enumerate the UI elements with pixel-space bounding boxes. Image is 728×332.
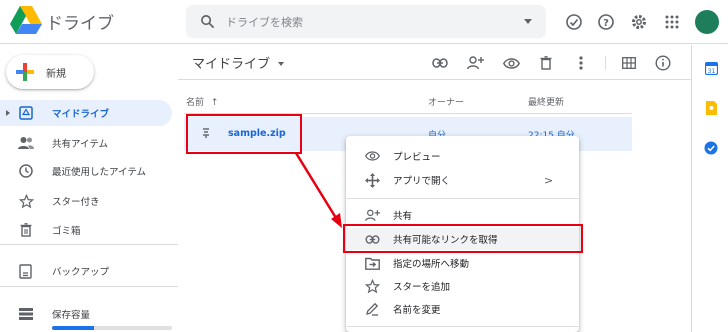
add-person-icon[interactable] [466,54,484,72]
search-bar[interactable] [186,5,546,38]
svg-text:?: ? [603,18,609,29]
storage-progress-fill [52,326,94,330]
star-icon [364,278,380,294]
menu-item-label: スターを追加 [393,282,451,293]
sidebar-item-label: 最近使用したアイテム [52,167,147,178]
menu-item-label: 指定の場所へ移動 [393,259,470,270]
help-icon[interactable]: ? [595,11,617,33]
column-header-owner[interactable]: オーナー [428,95,464,108]
sidebar-item-label: スター付き [52,197,100,208]
keep-icon[interactable] [704,101,718,115]
menu-item-add-star[interactable]: スターを追加 [346,275,579,297]
menu-item-share[interactable]: 共有 [346,204,579,226]
sort-arrow-icon[interactable]: ↑ [211,98,219,108]
storage-icon [18,306,34,322]
menu-divider [346,326,579,327]
menu-item-open-with[interactable]: アプリで開く > [346,169,579,191]
settings-icon[interactable] [628,11,650,33]
side-panel: 31 [691,45,728,332]
grid-view-icon[interactable] [620,54,638,72]
column-header-modified[interactable]: 最終更新 [528,95,564,108]
avatar[interactable] [695,10,719,34]
open-with-icon [364,172,380,188]
drive-logo[interactable] [10,6,42,34]
chevron-right-icon: > [544,173,554,187]
search-options-icon[interactable] [524,19,532,24]
add-person-icon [364,207,380,223]
menu-item-label: プレビュー [393,152,441,163]
menu-item-label: 共有 [393,211,413,222]
new-button-label: 新規 [46,68,66,80]
sidebar-item-shared[interactable]: 共有アイテム [0,130,172,156]
trash-icon[interactable] [537,54,555,72]
sidebar-item-starred[interactable]: スター付き [0,188,172,214]
menu-item-move[interactable]: 指定の場所へ移動 [346,252,579,274]
menu-item-preview[interactable]: プレビュー [346,145,579,167]
sidebar-item-label: ゴミ箱 [52,226,81,237]
people-icon [18,135,34,151]
toolbar-separator [605,56,606,70]
search-input[interactable] [226,12,506,32]
page-title[interactable]: マイドライブ [192,53,270,72]
eye-icon [364,148,380,164]
svg-text:31: 31 [707,68,715,75]
info-icon[interactable] [654,54,672,72]
sidebar-divider [0,244,178,245]
move-icon [364,255,380,271]
app-title: ドライブ [46,14,114,34]
sidebar-divider [0,286,178,287]
sidebar-item-backup[interactable]: バックアップ [0,258,172,284]
tasks-icon[interactable] [704,141,718,155]
search-icon[interactable] [200,14,215,29]
new-button[interactable]: 新規 [6,55,94,89]
sidebar-item-label: マイドライブ [52,109,110,120]
plus-icon [16,63,34,81]
backup-icon [18,263,34,279]
column-header-name[interactable]: 名前 ↑ [186,95,218,108]
sidebar-item-label: 共有アイテム [52,139,109,150]
menu-item-rename[interactable]: 名前を変更 [346,298,579,320]
rename-icon [364,301,380,317]
sidebar-item-storage[interactable]: 保存容量 [0,301,172,327]
eye-icon[interactable] [502,54,520,72]
toolbar-divider [178,79,691,80]
column-header-label: 名前 [186,98,205,108]
sidebar-item-my-drive[interactable]: マイドライブ [0,100,172,126]
calendar-icon[interactable]: 31 [704,61,718,75]
apps-grid-icon[interactable] [661,11,683,33]
menu-item-label: アプリで開く [393,176,451,187]
sidebar-item-recent[interactable]: 最近使用したアイテム [0,158,172,184]
link-icon[interactable] [431,54,449,72]
drive-icon [18,105,34,121]
annotation-box-file [186,114,302,154]
star-icon [18,193,34,209]
storage-progress-bar [52,326,172,330]
sidebar-item-trash[interactable]: ゴミ箱 [0,217,172,243]
menu-divider [346,198,579,199]
menu-item-label: 名前を変更 [393,305,441,316]
annotation-box-get-link [343,224,583,253]
sidebar-item-label: バックアップ [52,267,110,278]
sidebar-item-label: 保存容量 [52,310,91,321]
trash-icon [18,222,34,238]
offline-check-icon[interactable] [563,11,585,33]
clock-icon [18,163,34,179]
expand-caret-icon[interactable] [6,110,10,116]
chevron-down-icon[interactable] [278,62,284,66]
more-vert-icon[interactable] [572,54,590,72]
top-bar: ドライブ ? [0,0,728,44]
